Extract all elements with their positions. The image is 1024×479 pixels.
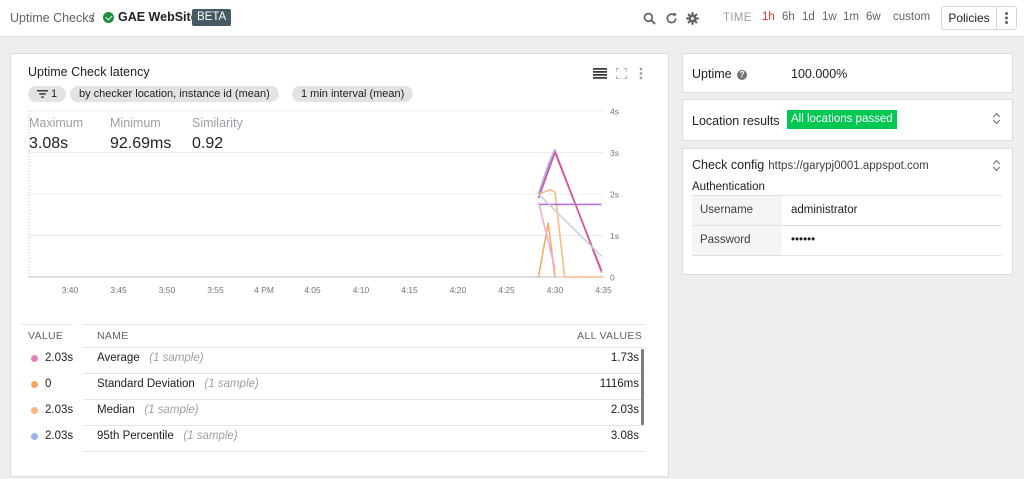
table-row: Password •••••• — [692, 226, 1002, 256]
check-config-card: Check config https://garypj0001.appspot.c… — [682, 148, 1013, 275]
all-values-column-header[interactable]: ALL VALUES — [577, 330, 642, 342]
x-tick-label: 4:30 — [547, 285, 564, 295]
row-all-values: 1.73s — [610, 352, 639, 364]
series-color-swatch — [31, 381, 38, 388]
x-tick-label: 3:40 — [62, 285, 79, 295]
table-row[interactable]: 2.03s Median (1 sample) 2.03s — [11, 399, 651, 425]
status-badge: All locations passed — [787, 110, 897, 129]
breadcrumb-uptime-checks[interactable]: Uptime Checks — [10, 11, 95, 25]
uptime-card: Uptime ? 100.000% — [682, 53, 1013, 93]
table-divider — [21, 324, 73, 325]
x-tick-label: 4:25 — [498, 285, 515, 295]
check-config-url[interactable]: https://garypj0001.appspot.com — [768, 160, 928, 172]
time-label: TIME — [723, 12, 752, 24]
more-options-button[interactable] — [997, 6, 1017, 30]
table-divider — [84, 324, 644, 325]
name-column-header[interactable]: NAME — [97, 330, 129, 342]
x-tick-label: 3:55 — [207, 285, 224, 295]
check-config-label: Check config https://garypj0001.appspot.c… — [692, 158, 929, 172]
page-title: GAE WebSite — [118, 10, 198, 24]
row-name: 95th Percentile (1 sample) — [97, 430, 238, 442]
row-value: 2.03s — [45, 404, 74, 416]
check-circle-icon — [103, 12, 114, 23]
x-tick-label: 4:05 — [304, 285, 321, 295]
top-bar: Uptime Checks / GAE WebSite BETA TIME 1h… — [0, 0, 1024, 37]
breadcrumb-separator: / — [91, 11, 95, 25]
expand-icon[interactable] — [993, 113, 1000, 125]
authentication-table: Username administrator Password •••••• — [692, 195, 1002, 256]
gear-icon[interactable] — [686, 12, 699, 25]
x-tick-label: 3:45 — [110, 285, 127, 295]
range-1m[interactable]: 1m — [843, 11, 859, 23]
latency-chart-card: Uptime Check latency 1 by checker locati… — [10, 53, 669, 477]
range-custom[interactable]: custom — [893, 11, 930, 23]
range-6h[interactable]: 6h — [782, 11, 795, 23]
authentication-heading: Authentication — [692, 181, 765, 193]
table-row[interactable]: 0 Standard Deviation (1 sample) 1116ms — [11, 373, 651, 399]
row-value: 0 — [45, 378, 52, 390]
table-divider — [84, 451, 644, 452]
row-value: 2.03s — [45, 430, 74, 442]
row-name: Median (1 sample) — [97, 404, 199, 416]
auth-value: administrator — [791, 204, 858, 216]
y-tick-label: 3s — [610, 148, 619, 158]
y-tick-label: 1s — [610, 231, 619, 241]
series-line — [537, 151, 603, 272]
more-vert-icon — [1005, 12, 1008, 15]
uptime-value: 100.000% — [791, 67, 848, 81]
latency-line-chart[interactable]: 4s 3s 2s 1s 0 3:40 3:45 3:50 3:55 4 PM 4:05 4:10 4:1… — [11, 54, 668, 304]
auth-value: •••••• — [791, 234, 816, 246]
series-line — [537, 148, 556, 195]
x-tick-label: 3:50 — [159, 285, 176, 295]
series-color-swatch — [31, 407, 38, 414]
refresh-icon[interactable] — [665, 12, 678, 25]
help-icon[interactable]: ? — [737, 70, 748, 80]
x-tick-label: 4:15 — [401, 285, 418, 295]
series-color-swatch — [31, 355, 38, 362]
auth-key: Username — [692, 196, 782, 225]
expand-icon[interactable] — [993, 160, 1000, 172]
policies-button[interactable]: Policies — [941, 6, 997, 30]
series-color-swatch — [31, 433, 38, 440]
row-all-values: 3.08s — [610, 430, 639, 442]
row-name: Average (1 sample) — [97, 352, 204, 364]
y-tick-label: 4s — [610, 107, 619, 117]
table-row[interactable]: 2.03s 95th Percentile (1 sample) 3.08s — [11, 425, 651, 451]
table-scrollbar[interactable] — [641, 349, 644, 425]
table-row: Username administrator — [692, 196, 1002, 226]
range-1h[interactable]: 1h — [762, 11, 775, 23]
series-line — [537, 149, 603, 274]
search-icon[interactable] — [643, 12, 656, 25]
location-results-label: Location results — [692, 114, 780, 128]
range-1w[interactable]: 1w — [822, 11, 837, 23]
location-results-card[interactable]: Location results All locations passed — [682, 99, 1013, 141]
y-tick-label: 0 — [610, 273, 615, 283]
row-name: Standard Deviation (1 sample) — [97, 378, 259, 390]
x-tick-label: 4:35 — [595, 285, 612, 295]
row-all-values: 1116ms — [599, 378, 639, 390]
x-tick-label: 4:10 — [353, 285, 370, 295]
row-all-values: 2.03s — [610, 404, 639, 416]
y-tick-label: 2s — [610, 190, 619, 200]
auth-key: Password — [692, 226, 782, 255]
series-line — [537, 222, 556, 278]
beta-badge: BETA — [192, 9, 232, 26]
range-6w[interactable]: 6w — [866, 11, 881, 23]
x-tick-label: 4:20 — [450, 285, 467, 295]
table-row[interactable]: 2.03s Average (1 sample) 1.73s — [11, 347, 651, 373]
uptime-label: Uptime ? — [692, 67, 748, 81]
value-column-header: VALUE — [28, 330, 64, 342]
row-value: 2.03s — [45, 352, 74, 364]
range-1d[interactable]: 1d — [802, 11, 815, 23]
x-tick-label: 4 PM — [254, 285, 274, 295]
